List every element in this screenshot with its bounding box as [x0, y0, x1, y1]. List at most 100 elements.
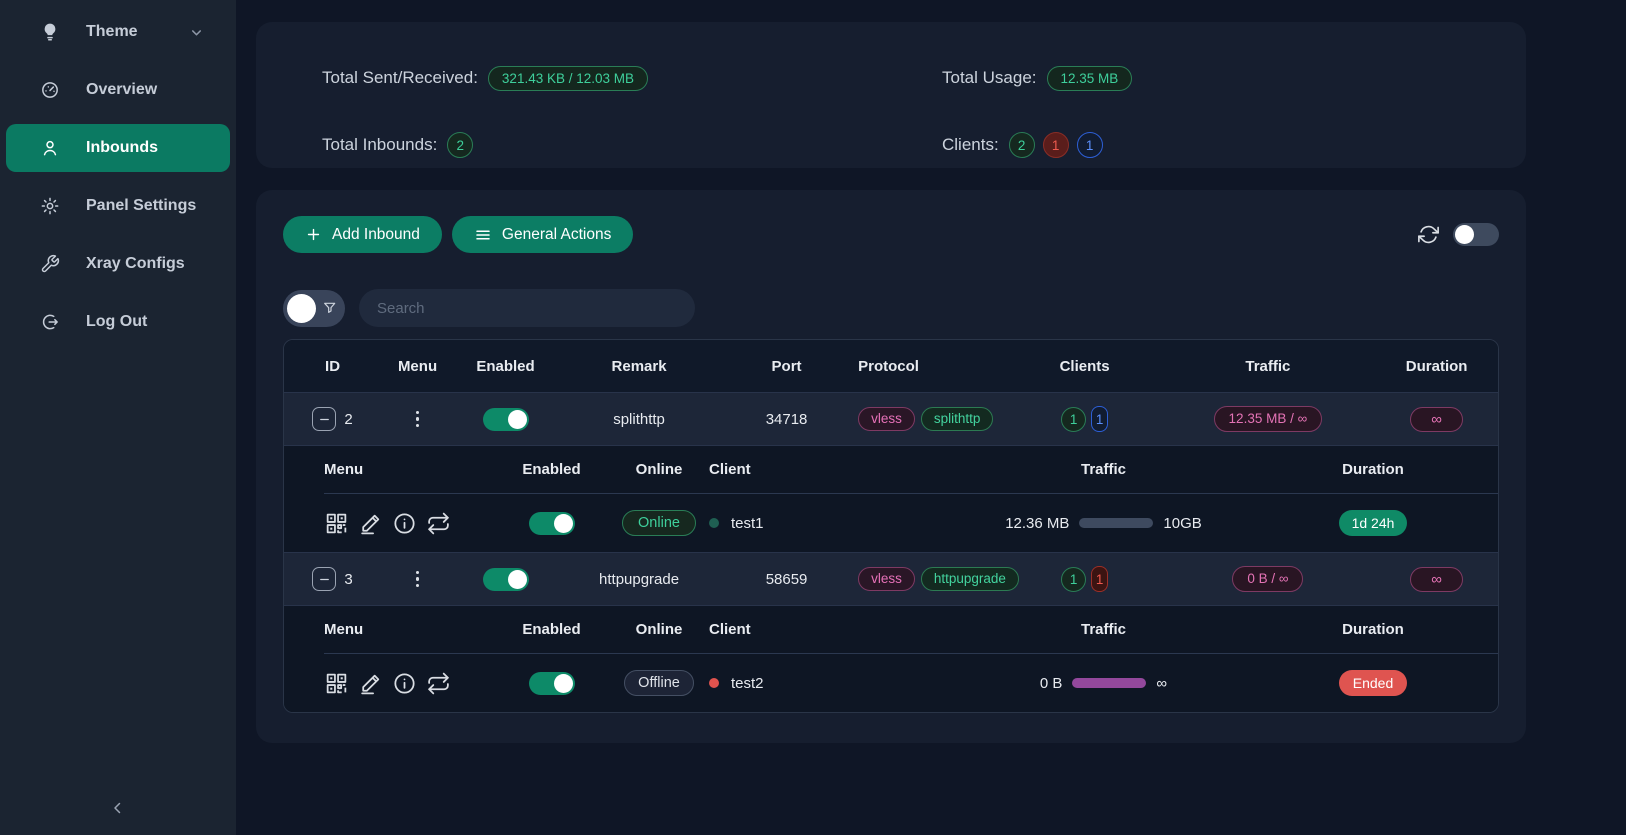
clients-deactive-badge: 1: [1043, 132, 1069, 158]
toolbar-right: [1418, 223, 1499, 246]
sidebar: Theme Overview Inbounds Panel Settings: [0, 0, 236, 835]
online-status-badge: Online: [622, 510, 696, 537]
stat-clients: Clients: 2 1 1: [942, 123, 1526, 168]
inbound-expanded-panel: Menu Enabled Online Client Traffic Durat…: [284, 445, 1498, 552]
sub-header-traffic: Traffic: [959, 461, 1248, 478]
col-header-port: Port: [721, 358, 852, 375]
traffic-badge: 12.35 MB / ∞: [1214, 406, 1323, 432]
client-enabled-toggle[interactable]: [529, 512, 575, 535]
col-header-menu: Menu: [381, 358, 454, 375]
sidebar-item-label: Xray Configs: [86, 255, 185, 273]
refresh-icon[interactable]: [1418, 224, 1439, 245]
sent-received-badge: 321.43 KB / 12.03 MB: [488, 66, 648, 92]
filter-toggle[interactable]: [283, 290, 345, 327]
row-menu-button[interactable]: [412, 567, 424, 592]
general-actions-button[interactable]: General Actions: [452, 216, 633, 253]
filter-toggle-knob: [287, 294, 316, 323]
add-inbound-label: Add Inbound: [332, 226, 420, 244]
qr-code-icon[interactable]: [324, 671, 349, 696]
edit-icon[interactable]: [358, 671, 383, 696]
sidebar-item-label: Panel Settings: [86, 197, 196, 215]
clients-deactive-badge: 1: [1091, 566, 1108, 592]
collapse-row-button[interactable]: [312, 567, 336, 591]
col-header-remark: Remark: [557, 358, 721, 375]
inbound-enabled-toggle[interactable]: [483, 568, 529, 591]
reset-traffic-icon[interactable]: [426, 671, 451, 696]
edit-icon[interactable]: [358, 511, 383, 536]
table-header-row: ID Menu Enabled Remark Port Protocol Cli…: [284, 340, 1498, 392]
client-row: Offline test2 0 B ∞ Ended: [284, 654, 1498, 712]
reset-traffic-icon[interactable]: [426, 511, 451, 536]
minus-icon: [318, 573, 331, 586]
col-header-duration: Duration: [1375, 358, 1498, 375]
add-inbound-button[interactable]: Add Inbound: [283, 216, 442, 253]
client-status-dot: [709, 678, 719, 688]
client-traffic: 0 B ∞: [1040, 675, 1167, 692]
inbounds-table: ID Menu Enabled Remark Port Protocol Cli…: [283, 339, 1499, 713]
sidebar-item-theme[interactable]: Theme: [6, 8, 230, 56]
traffic-limit: 10GB: [1163, 515, 1201, 532]
stat-label: Total Usage:: [942, 68, 1037, 88]
sidebar-item-logout[interactable]: Log Out: [6, 298, 230, 346]
filter-icon: [322, 300, 338, 316]
toolbar: Add Inbound General Actions: [283, 216, 1499, 253]
protocol-tag: vless: [858, 567, 915, 591]
sidebar-collapse-button[interactable]: [109, 799, 127, 817]
user-icon: [40, 138, 60, 158]
qr-code-icon[interactable]: [324, 511, 349, 536]
col-header-clients: Clients: [1009, 358, 1161, 375]
search-row: [283, 289, 1499, 327]
sidebar-item-panel-settings[interactable]: Panel Settings: [6, 182, 230, 230]
inbound-port: 34718: [721, 411, 852, 428]
col-header-protocol: Protocol: [852, 358, 1009, 375]
auto-refresh-toggle[interactable]: [1453, 223, 1499, 246]
row-menu-button[interactable]: [412, 407, 424, 432]
online-status-badge: Offline: [624, 670, 694, 697]
traffic-used: 12.36 MB: [1005, 515, 1069, 532]
sub-header-client: Client: [709, 461, 959, 478]
total-inbounds-badge: 2: [447, 132, 473, 158]
main-content: Total Sent/Received: 321.43 KB / 12.03 M…: [236, 0, 1626, 835]
sidebar-item-inbounds[interactable]: Inbounds: [6, 124, 230, 172]
general-actions-label: General Actions: [502, 226, 611, 244]
info-icon[interactable]: [392, 511, 417, 536]
stats-card: Total Sent/Received: 321.43 KB / 12.03 M…: [256, 22, 1526, 168]
clients-expiring-badge: 1: [1077, 132, 1103, 158]
sidebar-item-label: Log Out: [86, 313, 147, 331]
protocol-tag: vless: [858, 407, 915, 431]
client-row: Online test1 12.36 MB 10GB 1d 24h: [284, 494, 1498, 552]
client-name: test2: [731, 675, 764, 692]
sidebar-item-label: Overview: [86, 81, 157, 99]
client-enabled-toggle[interactable]: [529, 672, 575, 695]
sub-header-menu: Menu: [324, 621, 494, 638]
client-duration-badge: 1d 24h: [1339, 510, 1408, 536]
sub-header-online: Online: [609, 621, 709, 638]
col-header-traffic: Traffic: [1160, 358, 1375, 375]
inbound-remark: httpupgrade: [557, 571, 721, 588]
sidebar-item-xray-configs[interactable]: Xray Configs: [6, 240, 230, 288]
stat-total-usage: Total Usage: 12.35 MB: [942, 56, 1526, 101]
sub-header-traffic: Traffic: [959, 621, 1248, 638]
client-duration-badge: Ended: [1339, 670, 1407, 696]
clients-count-badge: 1: [1061, 407, 1086, 432]
inbound-id: 3: [344, 571, 352, 588]
clients-expiring-badge: 1: [1091, 406, 1108, 432]
transport-tag: httpupgrade: [921, 567, 1019, 591]
collapse-row-button[interactable]: [312, 407, 336, 431]
inbound-port: 58659: [721, 571, 852, 588]
sub-header-duration: Duration: [1248, 621, 1498, 638]
inbound-id: 2: [344, 411, 352, 428]
sidebar-item-overview[interactable]: Overview: [6, 66, 230, 114]
client-name: test1: [731, 515, 764, 532]
sub-header-duration: Duration: [1248, 461, 1498, 478]
info-icon[interactable]: [392, 671, 417, 696]
sidebar-item-label: Theme: [86, 23, 138, 41]
client-table-header: Menu Enabled Online Client Traffic Durat…: [284, 606, 1498, 653]
sidebar-item-label: Inbounds: [86, 139, 158, 157]
bulb-icon: [40, 22, 60, 42]
sub-header-client: Client: [709, 621, 959, 638]
inbound-enabled-toggle[interactable]: [483, 408, 529, 431]
search-input[interactable]: [359, 289, 695, 327]
clients-badges: 2 1 1: [1009, 132, 1103, 158]
minus-icon: [318, 413, 331, 426]
